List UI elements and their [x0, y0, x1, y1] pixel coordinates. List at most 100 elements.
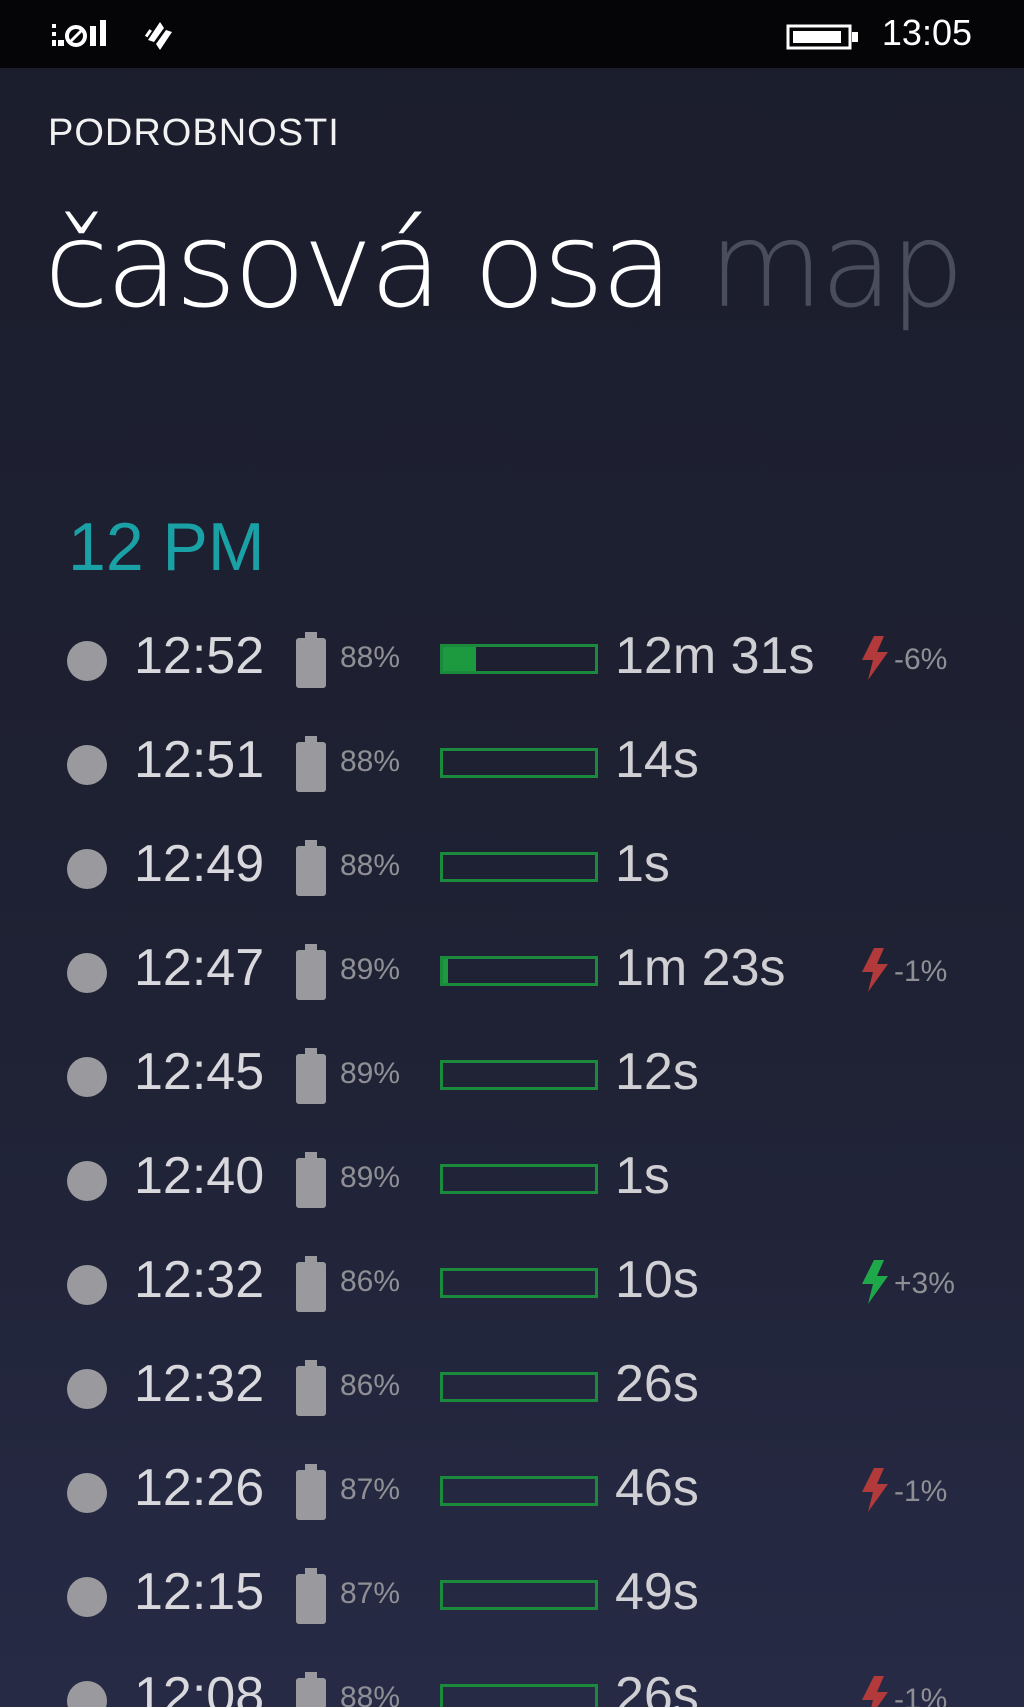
usage-bar [440, 1684, 598, 1707]
battery-change: -1% [858, 1674, 947, 1707]
battery-change: -1% [858, 946, 947, 998]
battery-level-icon [294, 1358, 328, 1422]
timeline-row[interactable]: 12:32 86% 10s +3% [0, 1232, 1024, 1336]
battery-level-icon [294, 1566, 328, 1630]
usage-bar [440, 852, 598, 882]
usage-bar-fill [443, 647, 477, 671]
event-dot [67, 1057, 107, 1097]
battery-level-icon [294, 630, 328, 694]
event-time: 12:08 [134, 1667, 265, 1707]
timeline-row[interactable]: 12:26 87% 46s -1% [0, 1440, 1024, 1544]
battery-level-icon [294, 942, 328, 1006]
event-dot [67, 1681, 107, 1707]
timeline-row[interactable]: 12:49 88% 1s [0, 816, 1024, 920]
timeline-row[interactable]: 12:52 88% 12m 31s -6% [0, 608, 1024, 712]
battery-percent: 89% [340, 1057, 401, 1090]
event-time: 12:32 [134, 1251, 265, 1309]
event-duration: 46s [615, 1459, 699, 1517]
event-duration: 1m 23s [615, 939, 786, 997]
battery-percent: 88% [340, 745, 401, 778]
usage-bar [440, 1164, 598, 1194]
event-dot [67, 641, 107, 681]
battery-percent: 88% [340, 849, 401, 882]
event-duration: 49s [615, 1563, 699, 1621]
status-bar: 13:05 [0, 0, 1024, 68]
event-time: 12:15 [134, 1563, 265, 1621]
timeline-row[interactable]: 12:08 88% 26s -1% [0, 1648, 1024, 1707]
battery-level-icon [294, 1254, 328, 1318]
battery-percent: 89% [340, 1161, 401, 1194]
event-dot [67, 849, 107, 889]
battery-percent: 89% [340, 953, 401, 986]
battery-percent: 88% [340, 1681, 401, 1707]
tab-map[interactable]: map [709, 196, 965, 334]
usage-bar [440, 1476, 598, 1506]
drain-bolt-icon [858, 1674, 892, 1707]
timeline-row[interactable]: 12:45 89% 12s [0, 1024, 1024, 1128]
battery-percent: 87% [340, 1473, 401, 1506]
usage-bar [440, 1580, 598, 1610]
signal-icon [50, 18, 120, 54]
battery-level-icon [294, 1670, 328, 1707]
event-dot [67, 1473, 107, 1513]
battery-percent: 88% [340, 641, 401, 674]
battery-change: -6% [858, 634, 947, 686]
battery-change-value: +3% [894, 1267, 955, 1300]
battery-level-icon [294, 1150, 328, 1214]
event-duration: 14s [615, 731, 699, 789]
event-time: 12:47 [134, 939, 265, 997]
event-duration: 26s [615, 1667, 699, 1707]
drain-bolt-icon [858, 946, 892, 998]
event-dot [67, 745, 107, 785]
event-time: 12:40 [134, 1147, 265, 1205]
usage-bar [440, 956, 598, 986]
sync-icon [140, 18, 180, 58]
group-header: 12 PM [68, 509, 265, 585]
event-dot [67, 1265, 107, 1305]
tab-timeline[interactable]: časová osa [44, 196, 673, 334]
battery-percent: 86% [340, 1369, 401, 1402]
timeline-row[interactable]: 12:40 89% 1s [0, 1128, 1024, 1232]
event-dot [67, 1369, 107, 1409]
timeline-row[interactable]: 12:15 87% 49s [0, 1544, 1024, 1648]
event-dot [67, 1577, 107, 1617]
usage-bar [440, 1060, 598, 1090]
event-dot [67, 953, 107, 993]
timeline-row[interactable]: 12:32 86% 26s [0, 1336, 1024, 1440]
battery-change: +3% [858, 1258, 955, 1310]
charge-bolt-icon [858, 1258, 892, 1310]
event-time: 12:51 [134, 731, 265, 789]
drain-bolt-icon [858, 634, 892, 686]
battery-level-icon [294, 734, 328, 798]
event-duration: 1s [615, 1147, 670, 1205]
timeline-row[interactable]: 12:47 89% 1m 23s -1% [0, 920, 1024, 1024]
phone-screen: 13:05 PODROBNOSTI časová osa map 12 PM 12… [0, 0, 1024, 1707]
battery-change-value: -1% [894, 955, 948, 988]
battery-change: -1% [858, 1466, 947, 1518]
battery-percent: 87% [340, 1577, 401, 1610]
battery-level-icon [294, 1462, 328, 1526]
battery-icon [786, 24, 860, 54]
battery-change-value: -1% [894, 1475, 948, 1508]
battery-level-icon [294, 1046, 328, 1110]
usage-bar [440, 1372, 598, 1402]
event-duration: 1s [615, 835, 670, 893]
battery-change-value: -1% [894, 1683, 948, 1707]
event-dot [67, 1161, 107, 1201]
timeline-row[interactable]: 12:51 88% 14s [0, 712, 1024, 816]
pivot-header: časová osa map [44, 196, 965, 334]
event-time: 12:26 [134, 1459, 265, 1517]
battery-level-icon [294, 838, 328, 902]
usage-bar [440, 644, 598, 674]
event-time: 12:49 [134, 835, 265, 893]
event-duration: 26s [615, 1355, 699, 1413]
usage-bar [440, 748, 598, 778]
battery-percent: 86% [340, 1265, 401, 1298]
event-time: 12:52 [134, 627, 265, 685]
clock-time: 13:05 [881, 12, 972, 53]
event-duration: 12s [615, 1043, 699, 1101]
app-title: PODROBNOSTI [48, 112, 340, 154]
drain-bolt-icon [858, 1466, 892, 1518]
event-time: 12:32 [134, 1355, 265, 1413]
battery-change-value: -6% [894, 643, 948, 676]
